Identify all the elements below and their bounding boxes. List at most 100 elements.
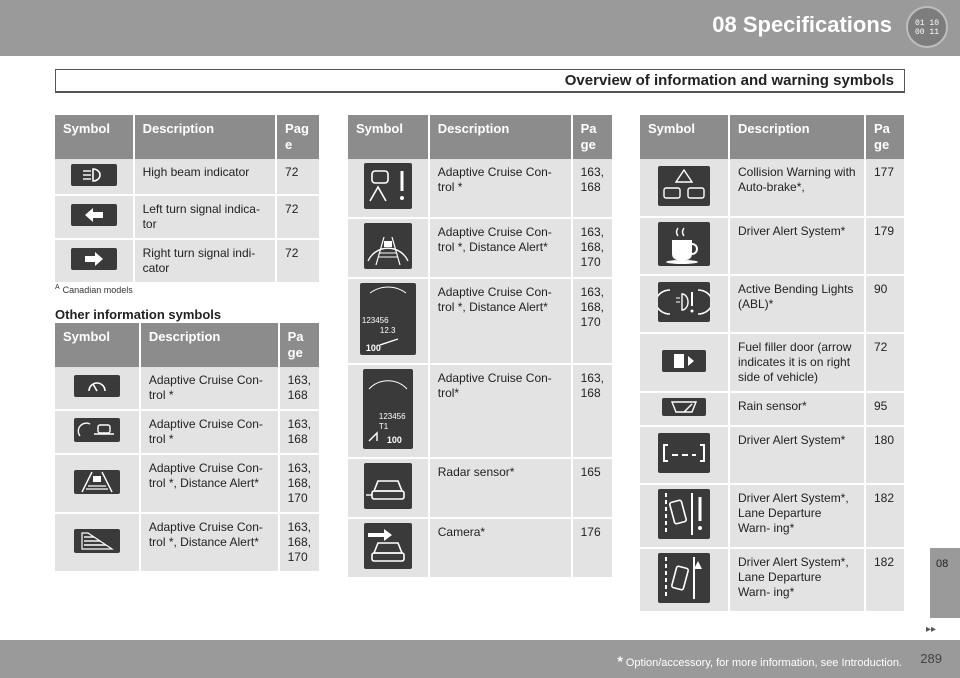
row-page: 177 <box>865 159 904 218</box>
chapter-logo-icon: 01 10 00 11 <box>906 6 948 48</box>
collision-warning-icon <box>658 165 710 206</box>
row-page: 163, 168, 170 <box>278 454 319 514</box>
table-row: High beam indicator 72 <box>55 159 319 196</box>
col-page: Pa ge <box>278 323 319 367</box>
cruise-warning-car-icon <box>363 163 412 209</box>
table-row: Adaptive Cruise Con- trol *, Distance Al… <box>55 454 319 514</box>
row-description: Rain sensor* <box>729 392 866 427</box>
next-page-arrows-icon[interactable]: ▸▸ <box>926 624 936 635</box>
col-description: Description <box>133 115 278 159</box>
table-row: Right turn signal indi- cator 72 <box>55 239 319 284</box>
speed-text: 100 <box>386 435 402 445</box>
row-description: High beam indicator <box>133 159 278 196</box>
row-description: Adaptive Cruise Con- trol *, Distance Al… <box>428 278 573 365</box>
left-turn-signal-icon <box>70 204 117 226</box>
footer-note-text: Option/accessory, for more information, … <box>625 657 902 669</box>
row-page: 72 <box>276 159 319 196</box>
lane-departure-2-icon <box>658 553 710 603</box>
col-page: Pag e <box>276 115 319 159</box>
section-subtitle-box: Overview of information and warning symb… <box>55 69 905 93</box>
table-row: Rain sensor* 95 <box>640 392 904 427</box>
footer-star: * <box>617 653 623 669</box>
col-symbol: Symbol <box>640 115 730 159</box>
table-row: Active Bending Lights (ABL)* 90 <box>640 275 904 334</box>
row-page: 72 <box>276 195 319 240</box>
table-row: Driver Alert System* 179 <box>640 217 904 276</box>
table-row: 123456 12.3 100 Adaptive Cruise Con- tro… <box>348 278 612 365</box>
chapter-title: 08 Specifications <box>712 12 892 37</box>
row-description: Adaptive Cruise Con- trol *, Distance Al… <box>139 513 280 573</box>
col-page: Pa ge <box>571 115 612 159</box>
trip-text: T1 <box>378 422 389 431</box>
rain-sensor-icon <box>662 398 706 416</box>
radar-sensor-icon <box>363 463 412 509</box>
fuel-filler-icon <box>662 349 706 372</box>
row-page: 72 <box>865 333 904 393</box>
cruise-control-gauge-icon <box>73 375 120 397</box>
table-row: 123456 T1 100 Adaptive Cruise Con- trol*… <box>348 364 612 459</box>
row-page: 163, 168, 170 <box>571 218 612 279</box>
col-symbol: Symbol <box>55 323 141 367</box>
speedometer-display-icon: 123456 12.3 100 <box>359 283 416 355</box>
row-page: 163, 168, 170 <box>571 278 612 365</box>
table-row: Adaptive Cruise Con- trol * 163, 168 <box>348 159 612 219</box>
row-page: 179 <box>865 217 904 276</box>
distance-alert-road-icon <box>73 469 120 494</box>
chapter-header: 08 Specifications 01 10 00 11 <box>0 0 960 56</box>
chapter-side-tab[interactable]: 08 <box>930 548 960 618</box>
table-row: Camera* 176 <box>348 518 612 579</box>
table-row: Adaptive Cruise Con- trol *, Distance Al… <box>348 218 612 279</box>
row-page: 176 <box>571 518 612 579</box>
row-page: 163, 168, 170 <box>278 513 319 573</box>
other-symbols-table: Symbol Description Pa ge Adaptive Cruise… <box>55 323 319 573</box>
row-description: Adaptive Cruise Con- trol * <box>428 159 573 219</box>
col-page: Pa ge <box>865 115 904 159</box>
row-description: Driver Alert System*, Lane Departure War… <box>729 484 866 549</box>
row-description: Adaptive Cruise Con- trol* <box>428 364 573 459</box>
logo-text-top: 01 10 <box>914 19 939 28</box>
row-description: Left turn signal indica- tor <box>133 195 278 240</box>
footer-note: * Option/accessory, for more information… <box>617 653 902 669</box>
col-description: Description <box>428 115 573 159</box>
footnote: A Canadian models <box>55 284 133 295</box>
table-row: Fuel filler door (arrow indicates it is … <box>640 333 904 393</box>
row-page: 163, 168 <box>278 410 319 455</box>
row-page: 180 <box>865 426 904 485</box>
row-page: 182 <box>865 548 904 613</box>
warning-symbols-table-1: Symbol Description Pag e High beam indic… <box>55 115 319 284</box>
side-tab-label: 08 <box>936 558 949 570</box>
col-symbol: Symbol <box>348 115 430 159</box>
active-bending-lights-icon <box>658 282 710 322</box>
row-page: 72 <box>276 239 319 284</box>
table-row: Driver Alert System*, Lane Departure War… <box>640 484 904 549</box>
warning-symbols-table-2: Symbol Description Pa ge Adaptive Cruise… <box>348 115 612 579</box>
row-page: 182 <box>865 484 904 549</box>
col-description: Description <box>729 115 866 159</box>
row-description: Adaptive Cruise Con- trol *, Distance Al… <box>428 218 573 279</box>
table-row: Adaptive Cruise Con- trol * 163, 168 <box>55 367 319 411</box>
row-page: 163, 168 <box>278 367 319 411</box>
table-row: Driver Alert System*, Lane Departure War… <box>640 548 904 613</box>
coffee-cup-icon <box>658 222 710 266</box>
footnote-marker: A <box>55 284 60 291</box>
row-description: Collision Warning with Auto-brake*, <box>729 159 866 218</box>
table-row: Collision Warning with Auto-brake*, 177 <box>640 159 904 218</box>
row-page: 90 <box>865 275 904 334</box>
row-description: Camera* <box>428 518 573 579</box>
page-footer: * Option/accessory, for more information… <box>0 640 960 678</box>
table-row: Left turn signal indica- tor 72 <box>55 195 319 240</box>
lane-departure-icon <box>658 489 710 539</box>
table-row: Driver Alert System* 180 <box>640 426 904 485</box>
table-row: Adaptive Cruise Con- trol * 163, 168 <box>55 410 319 455</box>
row-description: Adaptive Cruise Con- trol * <box>139 410 280 455</box>
row-description: Fuel filler door (arrow indicates it is … <box>729 333 866 393</box>
col-description: Description <box>139 323 280 367</box>
section-subtitle: Overview of information and warning symb… <box>564 72 894 89</box>
row-page: 163, 168 <box>571 364 612 459</box>
row-page: 163, 168 <box>571 159 612 219</box>
logo-text-bottom: 00 11 <box>914 28 939 37</box>
distance-bars-icon <box>73 528 120 553</box>
row-description: Right turn signal indi- cator <box>133 239 278 284</box>
warning-symbols-table-3: Symbol Description Pa ge Collision Warni… <box>640 115 904 613</box>
table-row: Radar sensor* 165 <box>348 458 612 519</box>
